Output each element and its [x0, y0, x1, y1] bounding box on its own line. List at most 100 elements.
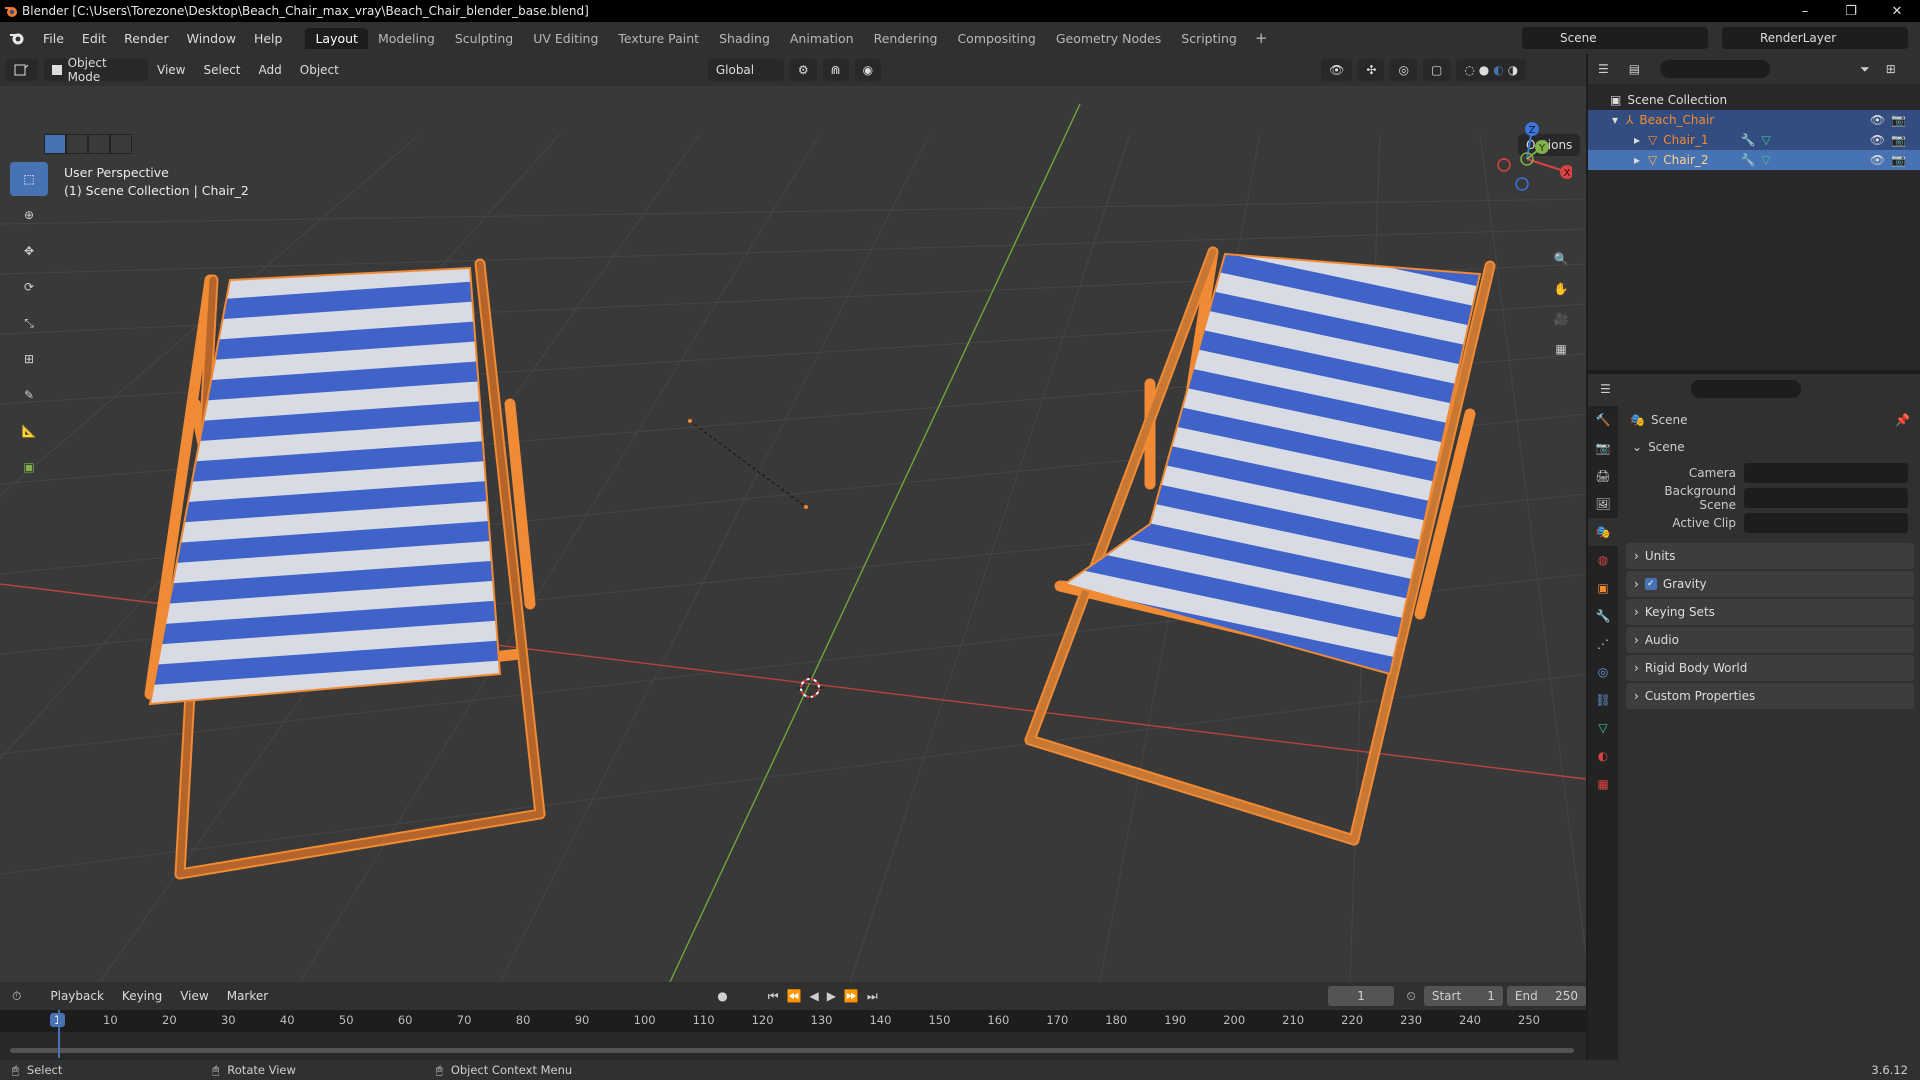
- 3d-viewport[interactable]: Object Mode View Select Add Object Globa…: [0, 54, 1586, 982]
- close-button[interactable]: ✕: [1874, 0, 1920, 22]
- pivot-point-button[interactable]: ⚙: [789, 59, 817, 81]
- scene-selector[interactable]: Scene: [1522, 27, 1708, 49]
- auto-keying-button[interactable]: ●: [717, 989, 727, 1003]
- measure-tool[interactable]: 📐: [10, 414, 48, 448]
- tab-shading[interactable]: Shading: [709, 28, 780, 49]
- jump-end-icon[interactable]: ⏭: [867, 989, 878, 1004]
- pan-view-button[interactable]: ✋: [1546, 274, 1576, 304]
- material-tab[interactable]: ◐: [1588, 742, 1618, 770]
- audio-panel[interactable]: › Audio: [1626, 627, 1914, 653]
- tab-compositing[interactable]: Compositing: [947, 28, 1045, 49]
- start-frame-field[interactable]: Start 1: [1423, 986, 1503, 1006]
- annotate-tool[interactable]: ✎: [10, 378, 48, 412]
- overlays-toggle-button[interactable]: ◎: [1390, 59, 1417, 81]
- outliner-row-chair-1[interactable]: ▸ ▽ Chair_1 🔧 ▽ 👁 📷: [1588, 130, 1920, 150]
- camera-field[interactable]: [1744, 462, 1908, 483]
- background-scene-field[interactable]: [1744, 487, 1908, 508]
- material-shading-icon[interactable]: ◐: [1493, 63, 1503, 77]
- scale-tool[interactable]: ⤡: [10, 306, 48, 340]
- properties-search-input[interactable]: [1690, 380, 1801, 398]
- timeline-menu-view[interactable]: View: [171, 989, 217, 1003]
- shading-mode-buttons[interactable]: ◌ ● ◐ ◑: [1456, 59, 1527, 81]
- menu-help[interactable]: Help: [245, 31, 292, 46]
- timeline-menu-playback[interactable]: Playback: [41, 989, 113, 1003]
- menu-window[interactable]: Window: [178, 31, 245, 46]
- play-reverse-icon[interactable]: ◀: [809, 989, 818, 1003]
- render-tab[interactable]: 📷: [1588, 434, 1618, 462]
- output-tab[interactable]: 🖨: [1588, 462, 1618, 490]
- minimize-button[interactable]: –: [1782, 0, 1828, 22]
- transform-tool[interactable]: ⊞: [10, 342, 48, 376]
- physics-tab[interactable]: ◎: [1588, 658, 1618, 686]
- modifier-tab[interactable]: 🔧: [1588, 602, 1618, 630]
- texture-tab[interactable]: ▦: [1588, 770, 1618, 798]
- viewport-menu-select[interactable]: Select: [194, 63, 249, 77]
- world-tab[interactable]: ◍: [1588, 546, 1618, 574]
- pin-icon[interactable]: 📌: [1895, 413, 1910, 427]
- display-mode-icon[interactable]: ▤: [1629, 62, 1640, 76]
- transform-orientation-dropdown[interactable]: Global: [707, 59, 784, 81]
- view-layer-tab[interactable]: 🖼: [1588, 490, 1618, 518]
- preview-range-icon[interactable]: ⏲: [1406, 989, 1415, 1004]
- keying-sets-panel[interactable]: › Keying Sets: [1626, 599, 1914, 625]
- outliner-search-input[interactable]: [1660, 60, 1771, 78]
- add-workspace-button[interactable]: +: [1247, 29, 1276, 47]
- timeline-scrollbar[interactable]: [10, 1048, 1574, 1053]
- menu-render[interactable]: Render: [115, 31, 178, 46]
- render-visibility-icon[interactable]: 📷: [1891, 153, 1906, 167]
- jump-keyframe-back-icon[interactable]: ⏪: [787, 989, 802, 1003]
- expand-arrow-icon[interactable]: ▸: [1634, 153, 1640, 167]
- tab-animation[interactable]: Animation: [780, 28, 864, 49]
- move-tool[interactable]: ✥: [10, 234, 48, 268]
- outliner-editor-icon[interactable]: ☰: [1598, 62, 1609, 76]
- timeline-menu-marker[interactable]: Marker: [218, 989, 277, 1003]
- jump-keyframe-forward-icon[interactable]: ⏩: [844, 989, 859, 1003]
- timeline-ruler[interactable]: 1102030405060708090100110120130140150160…: [0, 1010, 1586, 1032]
- expand-arrow-icon[interactable]: ▾: [1612, 113, 1618, 127]
- tab-texture-paint[interactable]: Texture Paint: [608, 28, 709, 49]
- timeline-editor-icon[interactable]: ⏱: [12, 989, 21, 1004]
- playhead[interactable]: [58, 1010, 60, 1058]
- select-new-mode[interactable]: [44, 134, 66, 154]
- viewport-menu-object[interactable]: Object: [291, 63, 348, 77]
- object-mode-dropdown[interactable]: Object Mode: [44, 56, 148, 84]
- expand-arrow-icon[interactable]: ▸: [1634, 133, 1640, 147]
- select-intersect-mode[interactable]: [110, 134, 132, 154]
- outliner-row-beach-chair[interactable]: ▾ ⅄ Beach_Chair 👁 📷: [1588, 110, 1920, 130]
- camera-view-button[interactable]: 🎥: [1546, 304, 1576, 334]
- tab-modeling[interactable]: Modeling: [368, 28, 445, 49]
- rigid-body-world-panel[interactable]: › Rigid Body World: [1626, 655, 1914, 681]
- properties-editor-icon[interactable]: ☰: [1600, 382, 1611, 396]
- eye-visibility-icon[interactable]: 👁: [1870, 113, 1885, 127]
- cursor-tool[interactable]: ⊕: [10, 198, 48, 232]
- proportional-edit-button[interactable]: ◉: [854, 59, 882, 81]
- visibility-button[interactable]: 👁: [1321, 59, 1353, 81]
- jump-start-icon[interactable]: ⏮: [768, 989, 779, 1004]
- outliner-row-chair-2[interactable]: ▸ ▽ Chair_2 🔧 ▽ 👁 📷: [1588, 150, 1920, 170]
- add-cube-tool[interactable]: ▣: [10, 450, 48, 484]
- tab-rendering[interactable]: Rendering: [864, 28, 948, 49]
- object-tab[interactable]: ▣: [1588, 574, 1618, 602]
- eye-visibility-icon[interactable]: 👁: [1870, 153, 1885, 167]
- menu-file[interactable]: File: [34, 31, 73, 46]
- select-box-tool[interactable]: ⬚: [10, 162, 48, 196]
- custom-properties-panel[interactable]: › Custom Properties: [1626, 683, 1914, 709]
- scene-tab[interactable]: 🎭: [1588, 518, 1618, 546]
- gravity-checkbox[interactable]: ✓: [1644, 578, 1657, 590]
- eye-visibility-icon[interactable]: 👁: [1870, 133, 1885, 147]
- viewport-menu-add[interactable]: Add: [250, 63, 291, 77]
- scene-panel-header[interactable]: ⌄ Scene: [1620, 434, 1920, 460]
- data-tab[interactable]: ▽: [1588, 714, 1618, 742]
- gravity-panel[interactable]: › ✓ Gravity: [1626, 571, 1914, 597]
- snap-button[interactable]: ⋒: [822, 59, 849, 81]
- tab-scripting[interactable]: Scripting: [1171, 28, 1247, 49]
- timeline-menu-keying[interactable]: Keying: [113, 989, 171, 1003]
- menu-edit[interactable]: Edit: [73, 31, 115, 46]
- current-frame-field[interactable]: 1: [1327, 986, 1395, 1006]
- navigation-gizmo[interactable]: Z X Y: [1482, 114, 1572, 204]
- editor-type-button[interactable]: [6, 59, 38, 81]
- filter-icon[interactable]: ⏷: [1860, 62, 1870, 77]
- select-extend-mode[interactable]: [66, 134, 88, 154]
- view-layer-selector[interactable]: RenderLayer: [1722, 27, 1908, 49]
- units-panel[interactable]: › Units: [1626, 543, 1914, 569]
